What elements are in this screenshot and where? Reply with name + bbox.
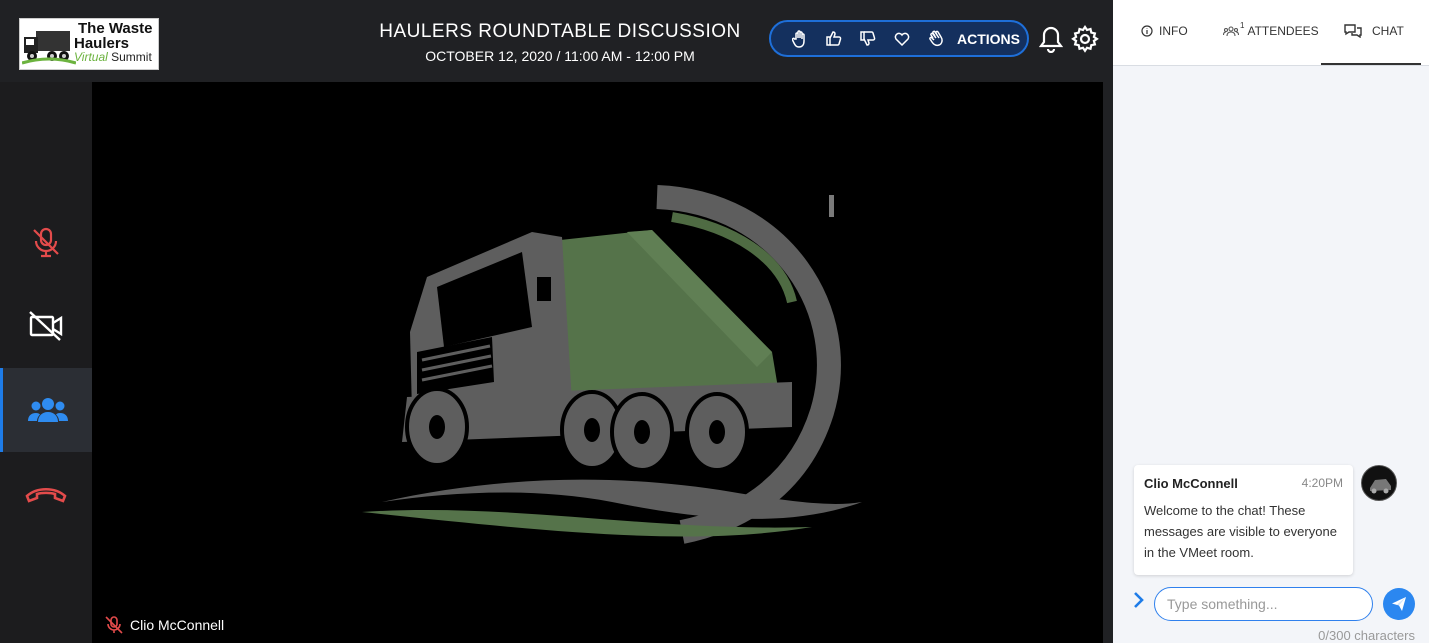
- session-datetime: OCTOBER 12, 2020 / 11:00 AM - 12:00 PM: [425, 48, 695, 64]
- send-button[interactable]: [1383, 588, 1415, 620]
- chat-message: Clio McConnell 4:20PM Welcome to the cha…: [1134, 465, 1353, 575]
- thumbs-up-icon[interactable]: [817, 28, 851, 50]
- vmeet-room: The Waste Haulers Virtual Summit HAULERS…: [0, 0, 1429, 643]
- chat-message-input[interactable]: [1154, 587, 1373, 621]
- event-logo-video-feed: [362, 185, 862, 544]
- side-panel-tabs: INFO 1 ATTENDEES CHAT: [1113, 0, 1429, 66]
- video-off-icon: [29, 311, 63, 341]
- participant-name-tag: Clio McConnell: [104, 615, 224, 635]
- logo-line-1: The Waste: [78, 20, 153, 37]
- thumbs-down-icon[interactable]: [851, 28, 885, 50]
- notifications-bell-icon[interactable]: [1038, 25, 1064, 54]
- tab-attendees[interactable]: 1 ATTENDEES: [1223, 20, 1319, 38]
- session-title: HAULERS ROUNDTABLE DISCUSSION: [379, 21, 741, 42]
- reactions-bar: ACTIONS: [769, 20, 1029, 57]
- event-logo: The Waste Haulers Virtual Summit: [19, 18, 159, 70]
- character-count: 0/300 characters: [1318, 628, 1415, 643]
- participant-name: Clio McConnell: [130, 617, 225, 633]
- chevron-right-icon[interactable]: [1132, 591, 1146, 609]
- end-call-button[interactable]: [0, 452, 92, 536]
- video-stage: Clio McConnell: [92, 82, 1103, 643]
- settings-gear-icon[interactable]: [1071, 25, 1099, 53]
- info-icon: [1141, 25, 1153, 37]
- mic-muted-button[interactable]: [0, 200, 92, 284]
- active-tab-indicator: [1321, 63, 1421, 65]
- avatar: [1361, 465, 1397, 501]
- chat-bubbles-icon: [1344, 24, 1362, 38]
- side-panel: INFO 1 ATTENDEES CHAT Clio McConnell 4:2…: [1113, 0, 1429, 643]
- tab-chat[interactable]: CHAT: [1344, 24, 1404, 38]
- attendees-count: 1: [1240, 20, 1245, 30]
- hang-up-icon: [25, 487, 67, 503]
- actions-button[interactable]: ACTIONS: [957, 31, 1020, 47]
- call-controls-rail: [0, 82, 92, 643]
- logo-line-2: Haulers: [74, 35, 130, 52]
- tab-info[interactable]: INFO: [1141, 24, 1188, 38]
- mic-off-icon: [105, 616, 123, 634]
- camera-off-button[interactable]: [0, 284, 92, 368]
- attendees-icon: [1223, 26, 1239, 37]
- top-bar: The Waste Haulers Virtual Summit HAULERS…: [0, 0, 1113, 82]
- clap-icon[interactable]: [919, 28, 953, 50]
- heart-icon[interactable]: [885, 28, 919, 50]
- participants-button[interactable]: [0, 368, 92, 452]
- chat-message-text: Welcome to the chat! These messages are …: [1144, 503, 1337, 560]
- paper-plane-icon: [1392, 597, 1406, 611]
- raise-hand-icon[interactable]: [783, 28, 817, 50]
- chat-message-time: 4:20PM: [1301, 476, 1343, 490]
- logo-line-3: Virtual Summit: [74, 50, 152, 64]
- stage-divider: [1103, 82, 1113, 643]
- users-icon: [27, 398, 68, 422]
- mic-off-icon: [33, 227, 59, 258]
